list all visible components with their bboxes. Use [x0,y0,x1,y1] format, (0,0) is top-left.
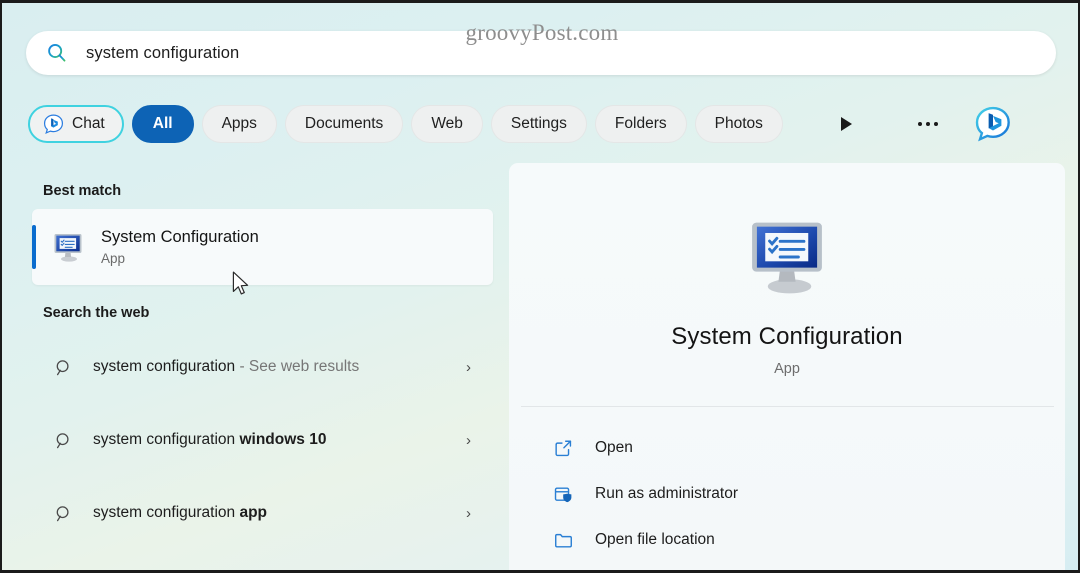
action-run-as-administrator-label: Run as administrator [595,485,739,502]
filter-pill-folders-label: Folders [614,115,667,132]
magnifier-icon [56,432,69,448]
filter-pill-settings[interactable]: Settings [490,105,587,143]
filter-pill-photos[interactable]: Photos [694,105,783,143]
preview-actions: Open Run as administrator Open file loca… [509,425,1065,563]
web-result-label: system configuration app [93,502,267,524]
caret-right-icon [841,117,853,131]
search-the-web-heading: Search the web [43,305,150,321]
best-match-title: System Configuration [101,227,259,246]
best-match-heading: Best match [43,183,122,199]
filter-pill-folders[interactable]: Folders [594,105,687,143]
web-result-item[interactable]: system configuration windows 10 › [32,404,493,477]
system-configuration-app-icon [752,222,822,294]
bing-chat-icon [43,113,64,134]
preview-subtitle: App [774,361,800,377]
bing-button[interactable] [973,105,1013,143]
web-result-query: system configuration [93,431,240,449]
action-open[interactable]: Open [509,425,1065,471]
web-result-hint: - See web results [235,358,360,376]
search-box[interactable]: system configuration [26,31,1056,75]
action-open-file-location-label: Open file location [595,531,715,548]
preview-title: System Configuration [671,323,903,350]
search-input-value[interactable]: system configuration [86,44,239,63]
preview-panel: System Configuration App Open Run as adm… [509,163,1065,570]
magnifier-icon [56,359,69,375]
best-match-subtitle: App [101,251,126,267]
web-result-label: system configuration - See web results [93,356,359,378]
windows-search-panel: groovyPost.com system configuration Chat… [0,0,1080,573]
chevron-right-icon: › [466,432,471,449]
shield-window-icon [554,486,572,502]
web-result-suggestion: windows 10 [239,431,327,449]
best-match-row[interactable]: System Configuration App [32,209,493,285]
filter-pill-chat-label: Chat [72,115,105,132]
action-run-as-administrator[interactable]: Run as administrator [509,471,1065,517]
filter-pill-chat[interactable]: Chat [28,105,124,143]
action-open-label: Open [595,439,633,456]
magnifier-icon [56,505,69,521]
selection-indicator [32,225,36,269]
filter-pill-apps-label: Apps [221,115,257,132]
bing-logo-icon [975,106,1010,142]
external-link-icon [555,440,572,456]
filter-pill-settings-label: Settings [510,115,567,132]
filter-pill-all-label: All [152,115,173,132]
web-result-query: system configuration [93,504,240,522]
filter-pill-apps[interactable]: Apps [201,105,277,143]
filter-pill-web[interactable]: Web [411,105,483,143]
web-result-item[interactable]: system configuration app › [32,477,493,550]
filter-pill-photos-label: Photos [714,115,763,132]
web-result-suggestion: app [239,504,268,522]
preview-divider [520,406,1054,407]
action-open-file-location[interactable]: Open file location [509,517,1065,563]
ellipsis-icon [917,122,938,126]
results-column: Best match System Configuration App Sear… [2,161,509,570]
filter-pill-documents[interactable]: Documents [284,105,404,143]
web-result-label: system configuration windows 10 [93,429,326,451]
filter-pill-documents-label: Documents [304,115,384,132]
search-icon [48,44,66,62]
overflow-menu-button[interactable] [908,105,948,143]
chevron-right-icon: › [466,359,471,376]
filter-pill-web-label: Web [431,115,463,132]
chevron-right-icon: › [466,505,471,522]
filter-pill-all[interactable]: All [131,105,194,143]
more-filters-button[interactable] [827,105,867,143]
system-configuration-app-icon [54,234,82,262]
folder-icon [555,533,572,548]
web-result-query: system configuration [93,358,236,376]
web-result-item[interactable]: system configuration - See web results › [32,331,493,404]
filter-pill-row: Chat All Apps Documents Web Settings Fol… [28,102,1013,146]
